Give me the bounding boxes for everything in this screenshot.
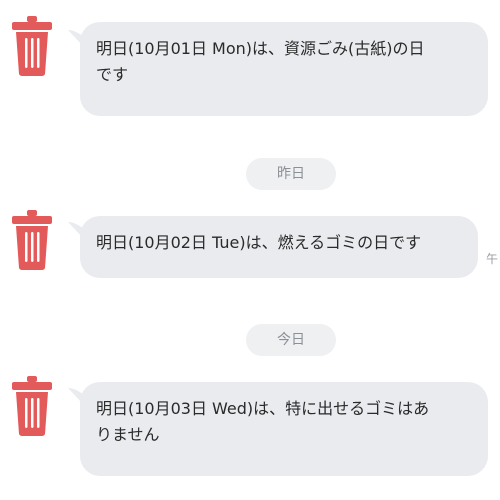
message-bubble[interactable]: 明日(10月03日 Wed)は、特に出せるゴミはあ りません: [80, 382, 488, 476]
message-row: 明日(10月03日 Wed)は、特に出せるゴミはあ りません: [0, 374, 500, 482]
date-separator-label: 今日: [277, 332, 305, 348]
message-text-line1: 明日(10月01日 Mon)は、資源ごみ(古紙)の日: [96, 39, 425, 58]
message-row: 明日(10月01日 Mon)は、資源ごみ(古紙)の日 です: [0, 10, 500, 116]
message-text-line1: 明日(10月02日 Tue)は、燃えるゴミの日です: [96, 233, 422, 252]
message-bubble[interactable]: 明日(10月02日 Tue)は、燃えるゴミの日です: [80, 216, 478, 278]
message-text-line2: です: [96, 65, 129, 84]
date-separator-label: 昨日: [277, 166, 305, 182]
message-text-line2: りません: [96, 425, 160, 444]
date-separator-pill: 今日: [246, 324, 336, 356]
message-time-fragment: 午: [486, 252, 499, 266]
date-separator-pill: 昨日: [246, 158, 336, 190]
trash-can-icon[interactable]: [8, 208, 56, 272]
trash-can-icon[interactable]: [8, 14, 56, 78]
message-text-line1: 明日(10月03日 Wed)は、特に出せるゴミはあ: [96, 399, 430, 418]
message-bubble[interactable]: 明日(10月01日 Mon)は、資源ごみ(古紙)の日 です: [80, 22, 488, 116]
chat-thread: 明日(10月01日 Mon)は、資源ごみ(古紙)の日 です 昨日 明日(10月0…: [0, 0, 500, 500]
message-row: 明日(10月02日 Tue)は、燃えるゴミの日です 午: [0, 208, 500, 283]
trash-can-icon[interactable]: [8, 374, 56, 438]
